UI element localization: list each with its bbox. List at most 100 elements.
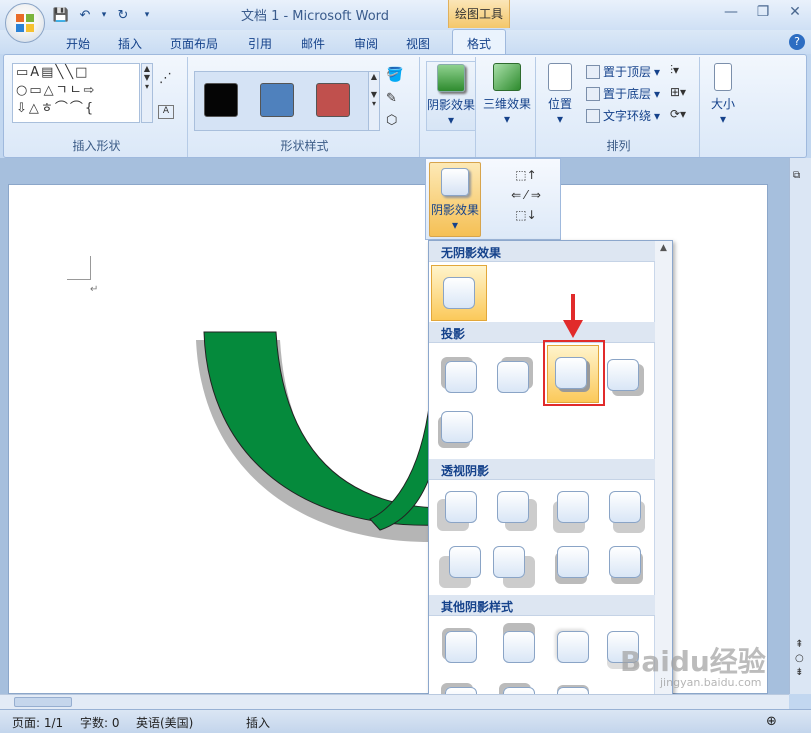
red-arrow-icon bbox=[563, 294, 583, 338]
horizontal-scrollbar[interactable] bbox=[0, 694, 789, 709]
arrange-group: 位置 ▾ 置于顶层 ▾ 置于底层 ▾ 文字环绕 ▾ ⫶▾ ⊞▾ ⟳▾ 排列 bbox=[538, 57, 700, 157]
perspective-header: 透视阴影 bbox=[429, 459, 655, 480]
shapes-gallery[interactable]: ▭A▤╲╲□ ○▭△ㄱㄴ⇨ ⇩△ㅎ⌒⌒{ bbox=[12, 63, 140, 123]
style-swatch-blue[interactable] bbox=[260, 83, 294, 117]
change-shape-icon[interactable]: ⬡ bbox=[386, 113, 397, 128]
send-to-back-label: 置于底层 bbox=[603, 87, 652, 101]
status-page[interactable]: 页面: 1/1 bbox=[12, 714, 63, 731]
no-shadow-header: 无阴影效果 bbox=[429, 241, 655, 262]
perspective-option-4[interactable] bbox=[609, 491, 641, 523]
tab-format[interactable]: 格式 bbox=[452, 29, 506, 55]
style-swatch-red[interactable] bbox=[316, 83, 350, 117]
baidu-watermark: Baidu经验 bbox=[620, 645, 766, 678]
drop-shadow-header: 投影 bbox=[429, 322, 655, 343]
shapes-gallery-scroll[interactable]: ▲ ▼ ▾ bbox=[141, 63, 153, 123]
nudge-shadow-icons[interactable]: ⬚↑ ⇐ ⁄ ⇒ ⬚↓ bbox=[496, 165, 556, 225]
style-swatch-black[interactable] bbox=[204, 83, 238, 117]
drop-shadow-option-1[interactable] bbox=[445, 361, 477, 393]
status-language[interactable]: 英语(美国) bbox=[136, 714, 193, 731]
drop-shadow-option-2[interactable] bbox=[497, 361, 529, 393]
tab-references[interactable]: 引用 bbox=[240, 32, 280, 54]
threed-effects-label: 三维效果 bbox=[482, 97, 531, 111]
text-wrap-label: 文字环绕 bbox=[603, 109, 652, 123]
threed-effects-button[interactable]: 三维效果 ▾ bbox=[482, 61, 532, 126]
bring-to-front-button[interactable]: 置于顶层 ▾ bbox=[586, 63, 660, 80]
ruler-toggle-icon[interactable]: ⧉ bbox=[793, 170, 800, 181]
tab-mailings[interactable]: 邮件 bbox=[293, 32, 333, 54]
office-logo-icon bbox=[16, 14, 34, 32]
status-insert-mode[interactable]: 插入 bbox=[246, 714, 270, 731]
browse-object-icons[interactable]: ⇞ ○ ⇟ bbox=[795, 638, 804, 680]
shadow-effects-button[interactable]: 阴影效果 ▾ bbox=[426, 61, 476, 131]
shadow-effects-dropdown-button[interactable]: 阴影效果 ▾ bbox=[429, 162, 481, 237]
baidu-watermark-url: jingyan.baidu.com bbox=[660, 676, 762, 689]
help-icon[interactable]: ? bbox=[789, 34, 805, 50]
shadow-effects-label: 阴影效果 bbox=[427, 98, 476, 112]
perspective-option-6[interactable] bbox=[493, 546, 525, 578]
restore-icon[interactable]: ❐ bbox=[747, 0, 779, 24]
shadow-effects-group: 阴影效果 ▾ bbox=[424, 57, 476, 157]
styles-gallery-scroll[interactable]: ▲ ▼ ▾ bbox=[368, 71, 380, 131]
perspective-option-7[interactable] bbox=[557, 546, 589, 578]
perspective-option-2[interactable] bbox=[497, 491, 529, 523]
edit-shape-icon[interactable]: ⋰ bbox=[159, 71, 172, 86]
shape-outline-icon[interactable]: ✎ bbox=[386, 91, 397, 106]
send-to-back-button[interactable]: 置于底层 ▾ bbox=[586, 85, 660, 102]
tab-insert[interactable]: 插入 bbox=[110, 32, 150, 54]
drop-shadow-option-4[interactable] bbox=[607, 359, 639, 391]
size-label: 大小 bbox=[710, 97, 735, 111]
vertical-scrollbar[interactable]: ⧉ ⇞ ○ ⇟ bbox=[789, 158, 811, 694]
scroll-up-icon[interactable]: ▲ bbox=[655, 243, 672, 253]
tab-home[interactable]: 开始 bbox=[58, 32, 98, 54]
shape-styles-label: 形状样式 bbox=[280, 139, 329, 153]
shape-fill-icon[interactable]: 🪣 bbox=[386, 67, 403, 83]
perspective-option-1[interactable] bbox=[445, 491, 477, 523]
position-label: 位置 bbox=[547, 97, 572, 111]
text-box-icon[interactable]: A bbox=[158, 105, 174, 119]
text-wrap-icon bbox=[586, 108, 600, 123]
drop-shadow-option-5[interactable] bbox=[441, 411, 473, 443]
no-shadow-icon bbox=[443, 277, 475, 309]
threed-effects-group: 三维效果 ▾ bbox=[478, 57, 536, 157]
minimize-icon[interactable]: — bbox=[715, 0, 747, 24]
perspective-option-8[interactable] bbox=[609, 546, 641, 578]
close-icon[interactable]: ✕ bbox=[779, 0, 811, 24]
shape-styles-group: ▲ ▼ ▾ 🪣 ✎ ⬡ 形状样式 bbox=[190, 57, 420, 157]
group-icon[interactable]: ⊞▾ bbox=[670, 85, 686, 99]
ribbon: ▭A▤╲╲□ ○▭△ㄱㄴ⇨ ⇩△ㅎ⌒⌒{ ▲ ▼ ▾ ⋰ A 插入形状 ▲ ▼ ▾ 🪣 ✎ … bbox=[3, 54, 807, 158]
office-button[interactable] bbox=[5, 3, 45, 43]
align-icon[interactable]: ⫶▾ bbox=[670, 63, 679, 78]
rotate-icon[interactable]: ⟳▾ bbox=[670, 107, 686, 121]
shadow-on-off-icon bbox=[441, 168, 469, 196]
paragraph-mark: ↵ bbox=[90, 284, 99, 295]
perspective-option-5[interactable] bbox=[449, 546, 481, 578]
float-shadow-label: 阴影效果 bbox=[430, 203, 479, 217]
zoom-in-icon[interactable]: ⊕ bbox=[766, 714, 777, 729]
bring-to-front-label: 置于顶层 bbox=[603, 65, 652, 79]
document-title: 文档 1 - Microsoft Word bbox=[240, 9, 390, 24]
size-icon bbox=[714, 63, 732, 91]
shadow-effects-icon bbox=[437, 64, 465, 92]
text-wrap-button[interactable]: 文字环绕 ▾ bbox=[586, 107, 660, 124]
size-group: 大小 ▾ bbox=[702, 57, 742, 157]
size-button[interactable]: 大小 ▾ bbox=[704, 61, 742, 126]
highlight-box bbox=[543, 340, 605, 406]
status-word-count[interactable]: 字数: 0 bbox=[80, 714, 120, 731]
green-arc-shape[interactable] bbox=[190, 320, 450, 550]
status-bar: 页面: 1/1 字数: 0 英语(美国) 插入 ⊕ bbox=[0, 709, 811, 733]
bring-to-front-icon bbox=[586, 64, 600, 79]
other-shadow-option-3[interactable] bbox=[557, 631, 589, 663]
other-shadow-option-1[interactable] bbox=[445, 631, 477, 663]
other-shadow-option-2[interactable] bbox=[503, 631, 535, 663]
window-controls: — ❐ ✕ bbox=[715, 0, 811, 24]
tab-view[interactable]: 视图 bbox=[398, 32, 438, 54]
horizontal-scroll-thumb[interactable] bbox=[14, 697, 72, 707]
position-button[interactable]: 位置 ▾ bbox=[540, 61, 580, 126]
tab-review[interactable]: 审阅 bbox=[346, 32, 386, 54]
perspective-option-3[interactable] bbox=[557, 491, 589, 523]
threed-effects-icon bbox=[493, 63, 521, 91]
shadow-effects-panel: 阴影效果 ▾ ⬚↑ ⇐ ⁄ ⇒ ⬚↓ bbox=[425, 158, 561, 240]
tab-page-layout[interactable]: 页面布局 bbox=[163, 32, 225, 54]
drawing-tools-context-title: 绘图工具 bbox=[448, 0, 510, 28]
send-to-back-icon bbox=[586, 86, 600, 101]
